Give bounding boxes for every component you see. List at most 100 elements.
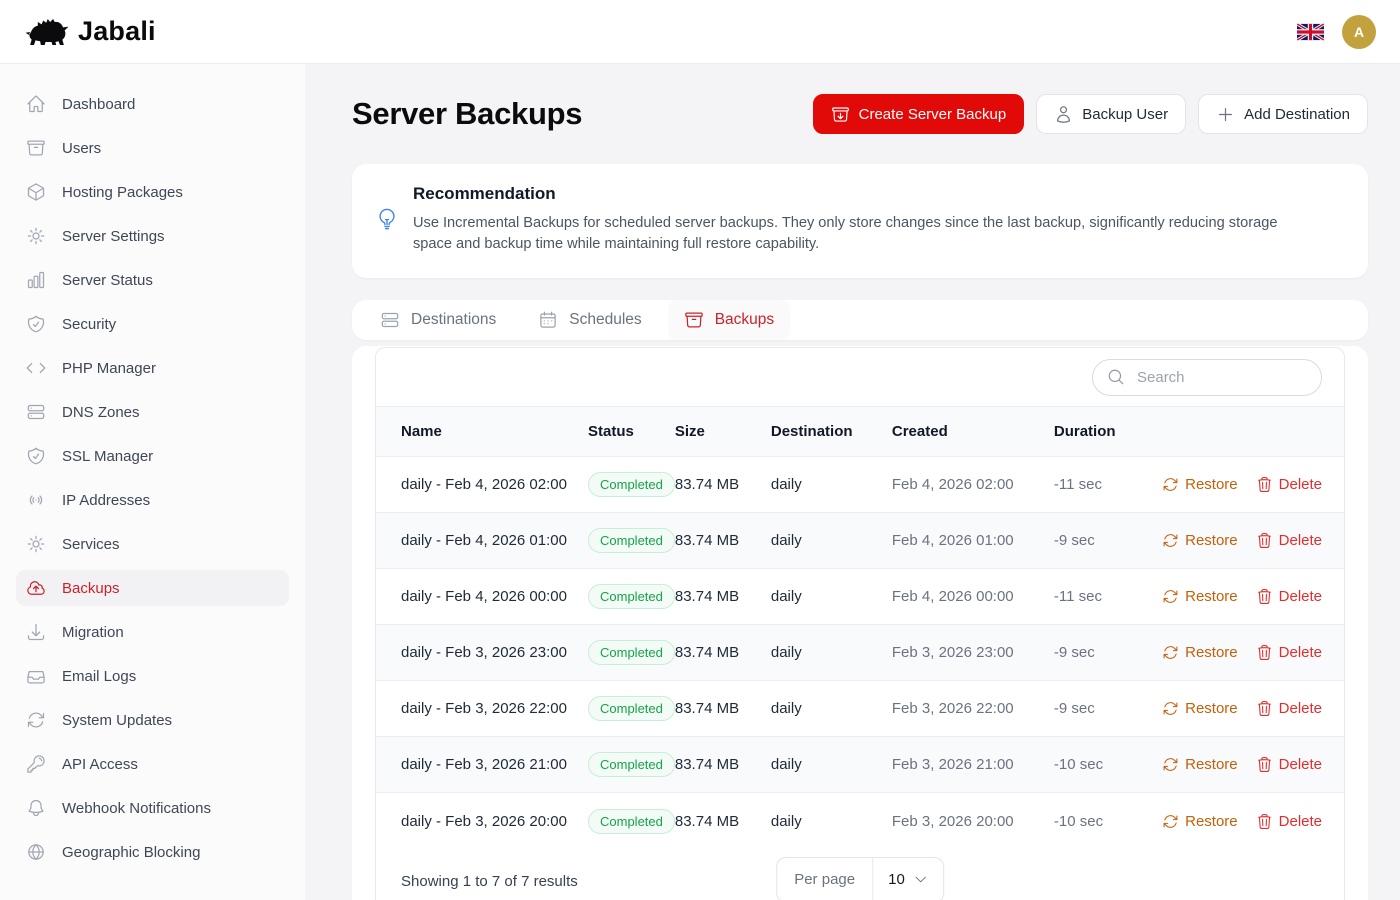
signal-icon bbox=[26, 490, 46, 510]
backup-name: daily - Feb 3, 2026 20:00 bbox=[376, 793, 588, 849]
restore-button[interactable]: Restore bbox=[1162, 644, 1238, 661]
status-badge: Completed bbox=[588, 528, 675, 553]
brand-logo[interactable]: Jabali bbox=[24, 16, 156, 48]
sidebar-item-label: SSL Manager bbox=[62, 448, 153, 465]
backup-created: Feb 3, 2026 21:00 bbox=[892, 737, 1054, 793]
sidebar-item-server-status[interactable]: Server Status bbox=[16, 262, 289, 298]
backup-duration: -9 sec bbox=[1054, 681, 1154, 737]
column-header-duration: Duration bbox=[1054, 407, 1154, 457]
main-content: Server Backups Create Server Backup Backu… bbox=[305, 64, 1400, 900]
backup-size: 83.74 MB bbox=[675, 569, 771, 625]
sidebar-item-ip-addresses[interactable]: IP Addresses bbox=[16, 482, 289, 518]
sidebar-item-label: PHP Manager bbox=[62, 360, 156, 377]
backup-name: daily - Feb 4, 2026 02:00 bbox=[376, 457, 588, 513]
sidebar-item-migration[interactable]: Migration bbox=[16, 614, 289, 650]
status-badge: Completed bbox=[588, 809, 675, 834]
backup-duration: -11 sec bbox=[1054, 457, 1154, 513]
server-stack-icon bbox=[26, 402, 46, 422]
sidebar-item-system-updates[interactable]: System Updates bbox=[16, 702, 289, 738]
delete-button[interactable]: Delete bbox=[1256, 588, 1322, 605]
delete-button[interactable]: Delete bbox=[1256, 476, 1322, 493]
backup-user-button[interactable]: Backup User bbox=[1036, 94, 1186, 134]
sidebar-item-php-manager[interactable]: PHP Manager bbox=[16, 350, 289, 386]
lightbulb-icon bbox=[376, 208, 398, 230]
backup-size: 83.74 MB bbox=[675, 457, 771, 513]
recommendation-body: Use Incremental Backups for scheduled se… bbox=[413, 213, 1313, 254]
bell-icon bbox=[26, 798, 46, 818]
home-icon bbox=[26, 94, 46, 114]
sidebar-item-services[interactable]: Services bbox=[16, 526, 289, 562]
create-server-backup-button[interactable]: Create Server Backup bbox=[813, 94, 1025, 134]
cog-icon bbox=[26, 226, 46, 246]
delete-button[interactable]: Delete bbox=[1256, 813, 1322, 830]
backup-size: 83.74 MB bbox=[675, 681, 771, 737]
sidebar-item-webhook-notifications[interactable]: Webhook Notifications bbox=[16, 790, 289, 826]
arrow-path-icon bbox=[1162, 532, 1179, 549]
search-icon bbox=[1107, 368, 1125, 386]
sidebar-item-ssl-manager[interactable]: SSL Manager bbox=[16, 438, 289, 474]
page-actions: Create Server Backup Backup User Add Desti… bbox=[813, 94, 1368, 134]
sidebar-item-email-logs[interactable]: Email Logs bbox=[16, 658, 289, 694]
restore-button[interactable]: Restore bbox=[1162, 476, 1238, 493]
tab-destinations[interactable]: Destinations bbox=[364, 300, 512, 340]
column-header-created: Created bbox=[892, 407, 1054, 457]
backups-table: NameStatusSizeDestinationCreatedDuration… bbox=[376, 406, 1344, 849]
sidebar-item-backups[interactable]: Backups bbox=[16, 570, 289, 606]
shield-check-icon bbox=[26, 446, 46, 466]
sidebar-item-label: IP Addresses bbox=[62, 492, 150, 509]
add-destination-button[interactable]: Add Destination bbox=[1198, 94, 1368, 134]
sidebar-item-server-settings[interactable]: Server Settings bbox=[16, 218, 289, 254]
column-header-destination: Destination bbox=[771, 407, 892, 457]
search-input[interactable] bbox=[1135, 368, 1307, 387]
boar-logo-icon bbox=[24, 16, 70, 48]
backup-duration: -10 sec bbox=[1054, 793, 1154, 849]
table-row: daily - Feb 4, 2026 02:00Completed83.74 … bbox=[376, 457, 1344, 513]
trash-icon bbox=[1256, 700, 1273, 717]
column-header-name: Name bbox=[376, 407, 588, 457]
sidebar-item-users[interactable]: Users bbox=[16, 130, 289, 166]
uk-flag-icon[interactable] bbox=[1297, 23, 1324, 41]
restore-button[interactable]: Restore bbox=[1162, 813, 1238, 830]
column-header-size: Size bbox=[675, 407, 771, 457]
page-title: Server Backups bbox=[352, 96, 582, 132]
archive-box-icon bbox=[684, 310, 704, 330]
restore-button[interactable]: Restore bbox=[1162, 700, 1238, 717]
backup-size: 83.74 MB bbox=[675, 793, 771, 849]
delete-button[interactable]: Delete bbox=[1256, 700, 1322, 717]
code-icon bbox=[26, 358, 46, 378]
sidebar-item-label: Migration bbox=[62, 624, 124, 641]
user-avatar[interactable]: A bbox=[1342, 15, 1376, 49]
sidebar-item-dashboard[interactable]: Dashboard bbox=[16, 86, 289, 122]
trash-icon bbox=[1256, 476, 1273, 493]
restore-button[interactable]: Restore bbox=[1162, 532, 1238, 549]
restore-button[interactable]: Restore bbox=[1162, 588, 1238, 605]
sidebar-item-label: System Updates bbox=[62, 712, 172, 729]
tab-schedules[interactable]: Schedules bbox=[522, 300, 657, 340]
per-page-select[interactable]: 10 bbox=[873, 858, 943, 900]
backup-name: daily - Feb 4, 2026 01:00 bbox=[376, 513, 588, 569]
sidebar-item-dns-zones[interactable]: DNS Zones bbox=[16, 394, 289, 430]
sidebar-item-api-access[interactable]: API Access bbox=[16, 746, 289, 782]
key-icon bbox=[26, 754, 46, 774]
tabs: DestinationsSchedules Backups bbox=[352, 300, 1368, 340]
sidebar-item-label: Backups bbox=[62, 580, 120, 597]
backup-destination: daily bbox=[771, 681, 892, 737]
restore-button[interactable]: Restore bbox=[1162, 756, 1238, 773]
backup-created: Feb 3, 2026 20:00 bbox=[892, 793, 1054, 849]
sidebar-item-label: Security bbox=[62, 316, 116, 333]
backups-card: NameStatusSizeDestinationCreatedDuration… bbox=[352, 346, 1368, 900]
delete-button[interactable]: Delete bbox=[1256, 532, 1322, 549]
inbox-icon bbox=[26, 666, 46, 686]
sidebar-item-label: Services bbox=[62, 536, 120, 553]
sidebar-item-geographic-blocking[interactable]: Geographic Blocking bbox=[16, 834, 289, 870]
sidebar-item-security[interactable]: Security bbox=[16, 306, 289, 342]
delete-button[interactable]: Delete bbox=[1256, 756, 1322, 773]
delete-button[interactable]: Delete bbox=[1256, 644, 1322, 661]
trash-icon bbox=[1256, 588, 1273, 605]
cloud-arrow-up-icon bbox=[26, 578, 46, 598]
calendar-icon bbox=[538, 310, 558, 330]
sidebar-item-hosting-packages[interactable]: Hosting Packages bbox=[16, 174, 289, 210]
backup-size: 83.74 MB bbox=[675, 625, 771, 681]
tab-backups[interactable]: Backups bbox=[668, 300, 790, 340]
backup-created: Feb 4, 2026 01:00 bbox=[892, 513, 1054, 569]
